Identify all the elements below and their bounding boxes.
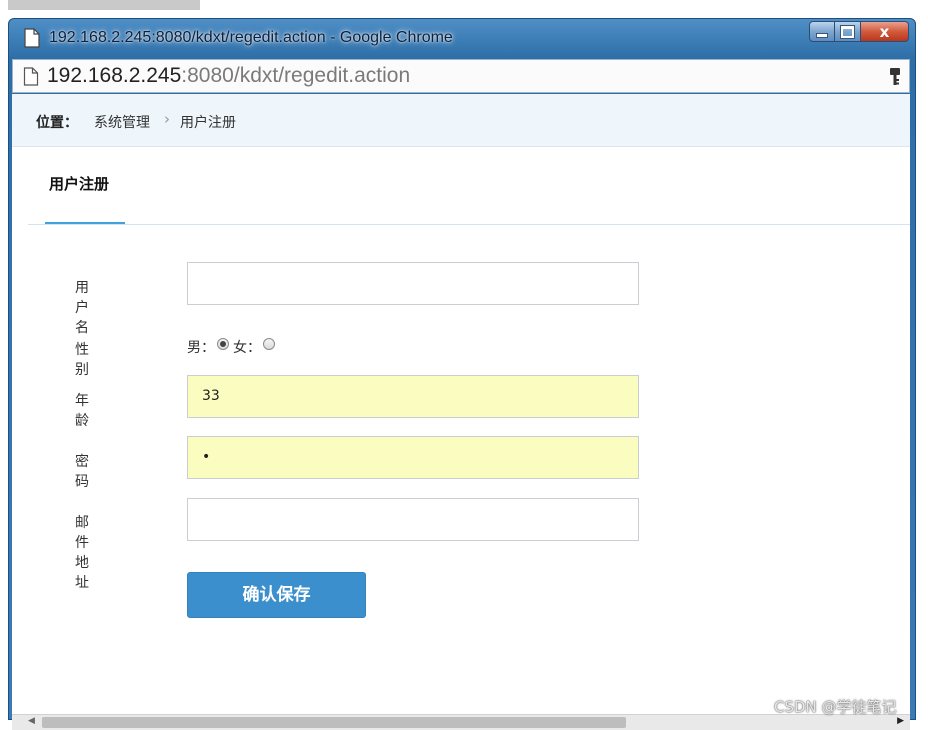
browser-window: 192.168.2.245:8080/kdxt/regedit.action -… bbox=[8, 18, 916, 730]
key-icon[interactable] bbox=[889, 67, 901, 87]
page-content: 位置： 系统管理 › 用户注册 用户注册 用户名 性别 男： 女： 年龄 33 … bbox=[12, 94, 910, 714]
email-input[interactable] bbox=[187, 498, 639, 541]
minimize-button[interactable] bbox=[809, 21, 835, 42]
top-gray-strip bbox=[8, 0, 200, 10]
username-label: 用户名 bbox=[75, 280, 89, 336]
address-bar[interactable]: 192.168.2.245:8080/kdxt/regedit.action bbox=[12, 59, 910, 93]
minimize-icon bbox=[816, 33, 828, 38]
page-icon bbox=[24, 28, 40, 48]
close-button[interactable]: x bbox=[861, 21, 909, 42]
tab-divider bbox=[28, 224, 910, 225]
username-input[interactable] bbox=[187, 262, 639, 305]
password-input[interactable]: • bbox=[187, 436, 639, 479]
breadcrumb-separator-icon: › bbox=[164, 110, 170, 128]
breadcrumb: 位置： 系统管理 › 用户注册 bbox=[12, 94, 910, 147]
maximize-button[interactable] bbox=[835, 21, 861, 42]
window-controls: x bbox=[809, 21, 909, 43]
maximize-icon bbox=[840, 24, 855, 39]
breadcrumb-label: 位置： bbox=[36, 115, 78, 131]
email-label: 邮件地址 bbox=[75, 515, 89, 591]
close-icon: x bbox=[879, 22, 890, 41]
url-text[interactable]: 192.168.2.245:8080/kdxt/regedit.action bbox=[47, 64, 410, 88]
gender-female-label: 女： bbox=[233, 340, 261, 356]
gender-male-radio[interactable] bbox=[217, 338, 229, 350]
gender-male-label: 男： bbox=[187, 340, 215, 356]
url-port: :8080 bbox=[181, 64, 234, 87]
confirm-save-button[interactable]: 确认保存 bbox=[187, 572, 366, 618]
gender-radio-group: 男： 女： bbox=[187, 337, 279, 357]
page-icon bbox=[23, 67, 39, 86]
tab-strip: 用户注册 bbox=[12, 147, 910, 225]
breadcrumb-item-register[interactable]: 用户注册 bbox=[180, 112, 236, 132]
url-host: 192.168.2.245 bbox=[47, 64, 182, 87]
gender-label: 性别 bbox=[75, 342, 89, 378]
csdn-watermark: CSDN @学徒笔记 bbox=[774, 698, 897, 716]
age-label: 年龄 bbox=[75, 393, 89, 429]
title-bar[interactable]: 192.168.2.245:8080/kdxt/regedit.action -… bbox=[9, 19, 915, 57]
gender-female-radio[interactable] bbox=[263, 338, 275, 350]
scroll-left-icon[interactable]: ◀ bbox=[28, 716, 35, 726]
scroll-right-icon[interactable]: ▶ bbox=[897, 716, 904, 726]
breadcrumb-item-system[interactable]: 系统管理 bbox=[94, 112, 150, 132]
url-path: /kdxt/regedit.action bbox=[233, 64, 411, 87]
radio-selected-dot bbox=[220, 341, 226, 347]
age-input[interactable]: 33 bbox=[187, 375, 639, 418]
scroll-thumb[interactable] bbox=[42, 717, 626, 728]
tab-user-register[interactable]: 用户注册 bbox=[45, 173, 125, 225]
password-label: 密码 bbox=[75, 454, 89, 490]
window-title: 192.168.2.245:8080/kdxt/regedit.action -… bbox=[49, 29, 453, 46]
